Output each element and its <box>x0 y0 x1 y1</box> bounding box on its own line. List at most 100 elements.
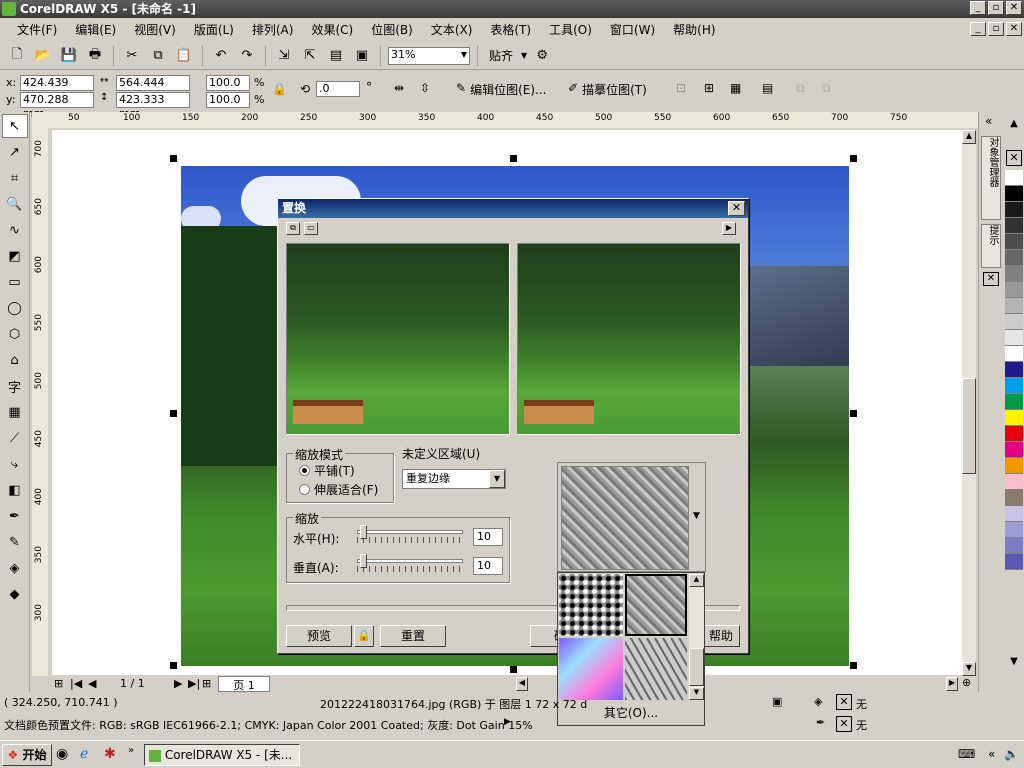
to-front-icon[interactable]: ⧉ <box>796 81 805 96</box>
trace-bitmap-button[interactable]: ✐ 描摹位图(T) <box>568 81 647 98</box>
menu-text[interactable]: 文本(X) <box>422 21 482 38</box>
connector-tool-icon[interactable]: ⤷ <box>2 452 28 476</box>
menu-view[interactable]: 视图(V) <box>125 21 185 38</box>
color-swatch[interactable] <box>1005 442 1023 458</box>
height-input[interactable]: 423.333 mm <box>116 92 190 120</box>
doc-minimize-button[interactable]: _ <box>970 22 986 36</box>
chevron-down-icon[interactable]: ▼ <box>489 470 505 488</box>
popup-scrollbar[interactable]: ▲ ▼ <box>689 574 704 700</box>
fill-bucket-icon[interactable]: ◈ <box>814 695 822 708</box>
next-page-icon[interactable]: ▶ <box>174 677 182 690</box>
navigator-icon[interactable]: ⊕ <box>962 676 971 689</box>
color-profile-info[interactable]: 文档颜色预置文件: RGB: sRGB IEC61966-2.1; CMYK: … <box>4 717 533 733</box>
color-swatch[interactable] <box>1005 538 1023 554</box>
mirror-vertical-icon[interactable]: ⇳ <box>420 81 430 95</box>
menu-edit[interactable]: 编辑(E) <box>66 21 125 38</box>
text-tool-icon[interactable]: 字 <box>2 374 28 398</box>
color-swatch[interactable] <box>1005 362 1023 378</box>
rotation-angle-input[interactable]: .0 <box>316 81 360 97</box>
ie-icon[interactable]: ℯ <box>80 746 88 762</box>
first-page-icon[interactable]: |◀ <box>70 677 82 690</box>
color-swatch[interactable] <box>1005 298 1023 314</box>
scroll-up-arrow-icon[interactable]: ▲ <box>962 130 976 144</box>
chrome-icon[interactable]: ◉ <box>56 746 68 762</box>
chevron-right-icon[interactable]: ▶ <box>504 717 511 727</box>
pick-tool-icon[interactable]: ↖ <box>1 114 28 138</box>
app-launcher-icon[interactable]: ▤ <box>325 45 347 67</box>
zoom-level-combo[interactable]: 31% ▼ <box>388 46 470 65</box>
lock-preview-icon[interactable]: 🔒 <box>354 625 374 647</box>
slider-thumb[interactable] <box>360 525 367 539</box>
wrap-text-icon[interactable]: ▤ <box>762 81 773 95</box>
color-swatch[interactable] <box>1005 282 1023 298</box>
ellipse-tool-icon[interactable]: ◯ <box>2 296 28 320</box>
table-tool-icon[interactable]: ▦ <box>2 400 28 424</box>
menu-layout[interactable]: 版面(L) <box>185 21 243 38</box>
new-icon[interactable]: 🗋 <box>6 45 28 67</box>
map-option-rainbow[interactable] <box>559 638 623 700</box>
chevron-down-icon[interactable]: ▼ <box>521 51 527 60</box>
single-preview-icon[interactable]: ▭ <box>304 222 318 235</box>
color-swatch[interactable] <box>1005 426 1023 442</box>
color-swatch[interactable] <box>1005 458 1023 474</box>
y-position-input[interactable]: 470.288 mm <box>20 92 94 120</box>
bitmap-color-mask-icon[interactable]: ▦ <box>730 81 741 95</box>
tile-radio[interactable]: 平铺(T) <box>299 462 355 479</box>
outline-tool-icon[interactable]: ✎ <box>2 530 28 554</box>
blend-tool-icon[interactable]: ◧ <box>2 478 28 502</box>
color-swatch[interactable] <box>1005 234 1023 250</box>
crop-tool-icon[interactable]: ⌗ <box>2 166 28 190</box>
scale-x-input[interactable]: 100.0 <box>206 75 250 91</box>
shape-tool-icon[interactable]: ↗ <box>2 140 28 164</box>
chevron-down-icon[interactable]: ▼ <box>461 48 467 64</box>
result-preview[interactable] <box>517 243 741 435</box>
menu-effects[interactable]: 效果(C) <box>302 21 362 38</box>
selection-handle[interactable] <box>170 662 177 669</box>
color-swatch[interactable] <box>1005 186 1023 202</box>
redo-icon[interactable]: ↷ <box>236 45 258 67</box>
keyboard-icon[interactable]: ⌨ <box>958 747 975 761</box>
rectangle-tool-icon[interactable]: ▭ <box>2 270 28 294</box>
selection-handle[interactable] <box>510 666 517 673</box>
tray-expand-icon[interactable]: « <box>988 747 995 761</box>
map-option-squiggle[interactable] <box>625 638 687 700</box>
import-icon[interactable]: ⇲ <box>273 45 295 67</box>
selection-handle[interactable] <box>510 155 517 162</box>
quicklaunch-more-icon[interactable]: » <box>128 745 134 756</box>
screen-icon[interactable]: ▣ <box>772 695 782 708</box>
maximize-button[interactable]: ▫ <box>988 1 1004 15</box>
chevron-down-icon[interactable]: ▼ <box>693 511 700 521</box>
original-preview[interactable] <box>286 243 510 435</box>
scale-y-input[interactable]: 100.0 <box>206 92 250 108</box>
vertical-scrollbar[interactable]: ▲ ▼ <box>962 130 976 676</box>
page-tab[interactable]: 页 1 <box>218 676 270 692</box>
speaker-icon[interactable]: 🔈 <box>1004 747 1019 761</box>
resample-icon[interactable]: ⊞ <box>704 81 714 95</box>
interactive-fill-tool-icon[interactable]: ◆ <box>2 582 28 606</box>
color-swatch[interactable] <box>1005 490 1023 506</box>
doc-restore-button[interactable]: ▫ <box>988 22 1004 36</box>
menu-table[interactable]: 表格(T) <box>481 21 540 38</box>
color-swatch[interactable] <box>1005 346 1023 362</box>
color-swatch[interactable] <box>1005 330 1023 346</box>
object-manager-tab[interactable]: 对象管理器 <box>981 136 1001 220</box>
stretch-radio[interactable]: 伸展适合(F) <box>299 481 378 498</box>
color-swatch[interactable] <box>1005 378 1023 394</box>
welcome-screen-icon[interactable]: ▣ <box>351 45 373 67</box>
width-input[interactable]: 564.444 mm <box>116 75 190 103</box>
undo-icon[interactable]: ↶ <box>210 45 232 67</box>
scroll-up-arrow-icon[interactable]: ▲ <box>689 574 704 587</box>
selection-handle[interactable] <box>850 410 857 417</box>
to-back-icon[interactable]: ⧉ <box>822 81 831 96</box>
vertical-slider[interactable] <box>357 554 463 572</box>
map-option-dots[interactable] <box>559 574 623 636</box>
color-swatch[interactable] <box>1005 170 1023 186</box>
previous-page-icon[interactable]: ◀ <box>88 677 96 690</box>
minimize-button[interactable]: _ <box>970 1 986 15</box>
close-button[interactable]: ✕ <box>1006 1 1022 15</box>
app-quicklaunch-icon[interactable]: ✱ <box>104 746 116 762</box>
scroll-down-arrow-icon[interactable]: ▼ <box>962 662 976 676</box>
selection-handle[interactable] <box>170 155 177 162</box>
fill-tool-icon[interactable]: ◈ <box>2 556 28 580</box>
color-swatch[interactable] <box>1005 266 1023 282</box>
